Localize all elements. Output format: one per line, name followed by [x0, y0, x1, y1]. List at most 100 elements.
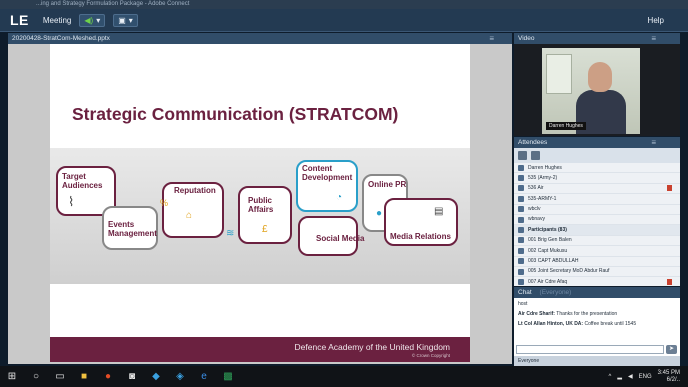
attendees-pod: Darren Hughes 535 (Army-2) 536 Air 535-ARMY…	[514, 148, 680, 299]
webcam-feed: Darren Hughes	[542, 48, 640, 134]
presentation-slide: Strategic Communication (STRATCOM) Targe…	[50, 44, 470, 362]
speaker-icon: ◀)	[84, 15, 94, 25]
topic-label: Public Affairs	[248, 196, 274, 214]
meeting-menu[interactable]: Meeting	[43, 16, 71, 25]
chat-message: Air Cdre Sharif: Thanks for the presenta…	[514, 308, 680, 318]
help-menu[interactable]: Help	[648, 16, 664, 25]
topic-label: Social Media	[316, 234, 365, 243]
edge-icon[interactable]: e	[198, 371, 210, 383]
attendee-name: 001 Brig Gen Balen	[528, 237, 572, 244]
window-title: ...ing and Strategy Formulation Package …	[0, 0, 688, 9]
excel-icon[interactable]: ▩	[222, 371, 234, 383]
file-explorer-icon[interactable]: ■	[78, 371, 90, 383]
chat-input[interactable]	[516, 345, 664, 354]
clock[interactable]: 3:45 PM 6/2/..	[658, 370, 680, 384]
user-icon	[518, 278, 524, 285]
attendee-name: 535-ARMY-1	[528, 195, 557, 202]
start-icon[interactable]: ⊞	[6, 371, 18, 383]
language-indicator[interactable]: ENG	[639, 374, 652, 380]
attendee-row[interactable]: 002 Capt Mukusu	[514, 246, 680, 257]
attendee-name: 536 Air	[528, 185, 544, 192]
video-pod-title: Video	[518, 35, 535, 42]
chat-message: Lt Col Allan Hinton, UK DA: Coffee break…	[514, 318, 680, 328]
user-icon	[518, 195, 524, 202]
footer-copyright: © Crown Copyright	[411, 353, 450, 358]
attendee-row[interactable]: 001 Brig Gen Balen	[514, 236, 680, 247]
attendee-row[interactable]: 535-ARMY-1	[514, 194, 680, 205]
user-icon	[518, 185, 524, 192]
attendee-row[interactable]: 536 Air	[514, 184, 680, 195]
attendee-row[interactable]: Darren Hughes	[514, 163, 680, 174]
share-pod-filename: 20200428-StratCom-Meshed.pptx	[12, 35, 110, 42]
topic-graphic: Target Audiences Events Management Reput…	[50, 148, 470, 284]
user-icon	[518, 175, 524, 182]
house-icon: ⌂	[186, 210, 193, 221]
grid-view-icon[interactable]	[518, 151, 527, 160]
attendee-row[interactable]: wbclv	[514, 205, 680, 215]
chevron-down-icon: ▾	[128, 15, 133, 25]
user-icon	[518, 206, 524, 213]
chat-pod-scope: (Everyone)	[539, 289, 572, 296]
newspaper-icon: ▤	[434, 206, 444, 217]
chat-sender: Lt Col Allan Hinton, UK DA:	[518, 321, 584, 327]
share-pod-header: 20200428-StratCom-Meshed.pptx ≡	[8, 33, 512, 44]
attendee-row[interactable]: 003 CAPT ABDULLAH	[514, 257, 680, 267]
microphone-button[interactable]: ◀) ▾	[79, 13, 106, 27]
attendee-name: 007 Air Cdre Afaq	[528, 278, 568, 285]
sort-icon[interactable]	[531, 151, 540, 160]
window-background	[546, 54, 572, 94]
attendee-name: Darren Hughes	[528, 164, 562, 171]
chat-messages: host Air Cdre Sharif: Thanks for the pres…	[514, 298, 680, 328]
attendee-name: 535 (Army-2)	[528, 174, 558, 181]
attendees-pod-header: Attendees ≡	[514, 137, 680, 148]
chat-pod-header: Chat (Everyone)	[514, 287, 680, 298]
clock-date: 6/2/..	[666, 376, 680, 383]
search-icon[interactable]: ○	[30, 371, 42, 383]
presenter-head	[588, 62, 612, 92]
pod-options-icon[interactable]: ≡	[651, 137, 656, 148]
status-flag-icon	[667, 185, 672, 192]
chevron-up-icon[interactable]: ^	[609, 374, 612, 380]
attendees-pod-title: Attendees	[518, 139, 548, 146]
chat-pod: host Air Cdre Sharif: Thanks for the pres…	[514, 298, 680, 356]
topic-label: Target Audiences	[62, 172, 103, 190]
attendees-toolbar	[514, 148, 680, 163]
chat-text: Thanks for the presentation	[556, 311, 618, 317]
attendee-group-row[interactable]: Participants (83)	[514, 225, 680, 236]
chevron-down-icon: ▾	[96, 15, 101, 25]
task-view-icon[interactable]: ▭	[54, 371, 66, 383]
camera-button[interactable]: ▣ ▾	[113, 13, 138, 27]
volume-icon[interactable]: ◀	[628, 373, 633, 380]
attendee-name: wbnavy	[528, 216, 545, 223]
rss-icon: ◔	[336, 192, 343, 203]
network-icon[interactable]: ▂	[617, 373, 622, 380]
teams-icon[interactable]: ◆	[150, 371, 162, 383]
video-pod: Darren Hughes	[514, 44, 680, 136]
pod-options-icon[interactable]: ≡	[651, 33, 656, 44]
slide-footer: Defence Academy of the United Kingdom © …	[50, 337, 470, 362]
app-window: ...ing and Strategy Formulation Package …	[0, 0, 688, 387]
chat-text: host	[518, 301, 528, 307]
send-icon[interactable]: ➤	[666, 345, 677, 354]
group-icon	[518, 227, 524, 234]
pound-icon: £	[262, 224, 268, 235]
attendee-name: wbclv	[528, 206, 541, 213]
windows-taskbar: ⊞ ○ ▭ ■ ● ◙ ◆ ◈ e ▩ ^ ▂ ◀ ENG 3:45 PM 6/…	[0, 366, 688, 387]
topic-label: Events Management	[108, 220, 157, 238]
pod-options-icon[interactable]: ≡	[489, 33, 494, 44]
chat-pod-title: Chat	[518, 289, 532, 296]
attendee-row[interactable]: wbnavy	[514, 215, 680, 226]
attendee-row[interactable]: 535 (Army-2)	[514, 173, 680, 184]
topic-label: Content Development	[302, 164, 353, 182]
app-logo: LE	[10, 12, 29, 28]
connect-icon[interactable]: ◈	[174, 371, 186, 383]
chat-audience-selector[interactable]: Everyone	[514, 356, 680, 366]
attendee-row[interactable]: 005 Joint Secretary MoD Abdur Rauf	[514, 267, 680, 278]
camera-app-icon[interactable]: ◙	[126, 371, 138, 383]
attendee-list: Darren Hughes 535 (Army-2) 536 Air 535-ARMY…	[514, 163, 680, 299]
slide-title: Strategic Communication (STRATCOM)	[72, 104, 399, 124]
attendee-name: 002 Capt Mukusu	[528, 247, 568, 254]
footer-title: Defence Academy of the United Kingdom	[294, 342, 450, 352]
chrome-icon[interactable]: ●	[102, 371, 114, 383]
camera-icon: ▣	[118, 15, 126, 25]
